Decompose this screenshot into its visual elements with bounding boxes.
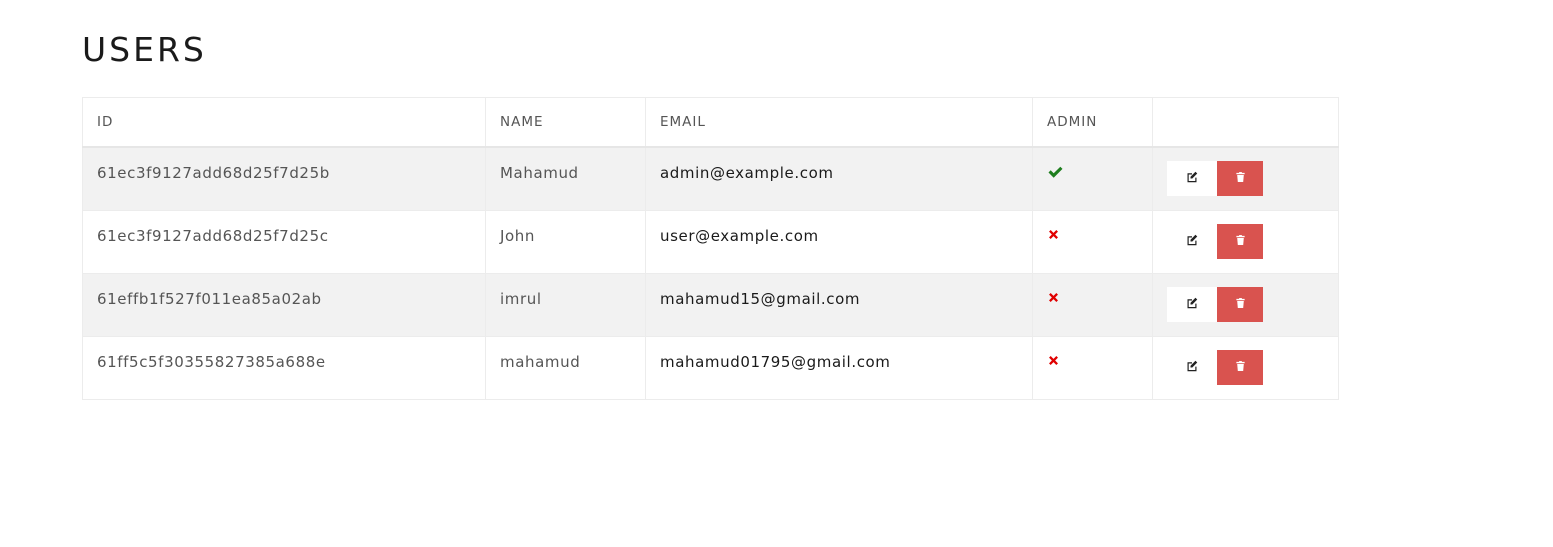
user-id-cell: 61ec3f9127add68d25f7d25c (82, 209, 486, 274)
delete-user-button[interactable] (1217, 161, 1263, 196)
column-header-admin: ADMIN (1032, 97, 1153, 148)
row-actions (1167, 223, 1324, 259)
edit-user-button[interactable] (1167, 161, 1217, 196)
user-email-cell: mahamud15@gmail.com (645, 272, 1033, 337)
edit-icon (1186, 234, 1198, 249)
row-actions (1167, 349, 1324, 385)
table-row: 61effb1f527f011ea85a02ab imrul mahamud15@g… (82, 272, 1339, 337)
users-page: USERS ID NAME EMAIL ADMIN 61ec3f9127add6… (0, 0, 1553, 547)
check-icon (1047, 164, 1063, 180)
user-admin-cell (1032, 209, 1153, 274)
user-actions-cell (1152, 272, 1339, 337)
user-admin-cell (1032, 335, 1153, 400)
user-actions-cell (1152, 335, 1339, 400)
trash-icon (1235, 297, 1246, 312)
table-body: 61ec3f9127add68d25f7d25b Mahamud admin@exa… (82, 146, 1339, 400)
user-id-cell: 61ff5c5f30355827385a688e (82, 335, 486, 400)
users-table: ID NAME EMAIL ADMIN 61ec3f9127add68d25f7… (82, 97, 1339, 400)
edit-icon (1186, 171, 1198, 186)
user-id-cell: 61ec3f9127add68d25f7d25b (82, 146, 486, 211)
edit-icon (1186, 297, 1198, 312)
delete-user-button[interactable] (1217, 349, 1263, 385)
user-actions-cell (1152, 209, 1339, 274)
user-actions-cell (1152, 146, 1339, 211)
table-header-row: ID NAME EMAIL ADMIN (82, 97, 1339, 148)
cross-icon (1047, 227, 1063, 243)
user-email-cell: mahamud01795@gmail.com (645, 335, 1033, 400)
user-name-cell: John (485, 209, 646, 274)
edit-user-button[interactable] (1167, 286, 1217, 322)
column-header-id: ID (82, 97, 486, 148)
trash-icon (1235, 171, 1246, 186)
trash-icon (1235, 360, 1246, 375)
delete-user-button[interactable] (1217, 286, 1263, 322)
user-admin-cell (1032, 146, 1153, 211)
row-actions (1167, 161, 1324, 196)
column-header-email: EMAIL (645, 97, 1033, 148)
user-admin-cell (1032, 272, 1153, 337)
page-title: USERS (82, 30, 207, 69)
column-header-actions (1152, 97, 1339, 148)
user-name-cell: mahamud (485, 335, 646, 400)
delete-user-button[interactable] (1217, 223, 1263, 259)
user-email-cell: user@example.com (645, 209, 1033, 274)
trash-icon (1235, 234, 1246, 249)
user-email-cell: admin@example.com (645, 146, 1033, 211)
edit-user-button[interactable] (1167, 349, 1217, 385)
edit-user-button[interactable] (1167, 223, 1217, 259)
edit-icon (1186, 360, 1198, 375)
table-row: 61ec3f9127add68d25f7d25c John user@example… (82, 209, 1339, 274)
table-row: 61ff5c5f30355827385a688e mahamud mahamud01… (82, 335, 1339, 400)
user-id-cell: 61effb1f527f011ea85a02ab (82, 272, 486, 337)
table-row: 61ec3f9127add68d25f7d25b Mahamud admin@exa… (82, 146, 1339, 211)
row-actions (1167, 286, 1324, 322)
user-name-cell: Mahamud (485, 146, 646, 211)
column-header-name: NAME (485, 97, 646, 148)
cross-icon (1047, 290, 1063, 306)
cross-icon (1047, 353, 1063, 369)
user-name-cell: imrul (485, 272, 646, 337)
